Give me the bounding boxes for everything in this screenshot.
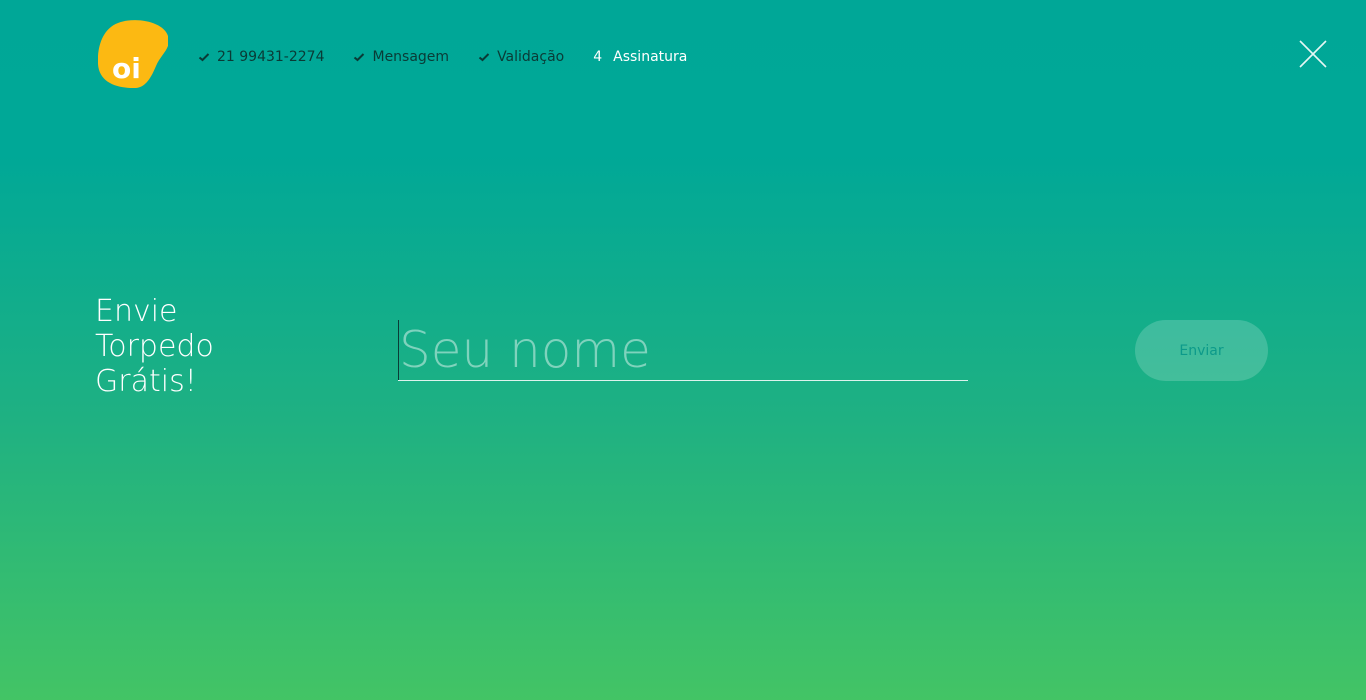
headline-line: Grátis! — [95, 364, 197, 399]
step-validacao[interactable]: Validação — [478, 49, 564, 65]
oi-logo: oi — [98, 20, 168, 88]
check-icon — [478, 53, 490, 62]
step-assinatura: 4 Assinatura — [593, 49, 687, 65]
step-label: Assinatura — [613, 49, 688, 65]
logo-text: oi — [112, 52, 141, 85]
name-input[interactable] — [398, 320, 968, 380]
step-number: 4 — [593, 49, 603, 65]
page-headline: Envie Torpedo Grátis! — [95, 294, 214, 399]
progress-steps: 21 99431-2274 Mensagem Validação 4 Assin… — [198, 46, 716, 68]
step-phone[interactable]: 21 99431-2274 — [198, 49, 324, 65]
step-mensagem[interactable]: Mensagem — [353, 49, 449, 65]
step-label: Mensagem — [372, 49, 450, 65]
name-field — [398, 320, 968, 381]
check-icon — [198, 53, 210, 62]
send-button[interactable]: Enviar — [1135, 320, 1268, 381]
headline-line: Torpedo — [95, 329, 214, 364]
step-label: 21 99431-2274 — [217, 49, 325, 65]
step-label: Validação — [497, 49, 565, 65]
close-icon[interactable] — [1297, 38, 1329, 70]
headline-line: Envie — [95, 294, 178, 329]
check-icon — [354, 53, 365, 62]
